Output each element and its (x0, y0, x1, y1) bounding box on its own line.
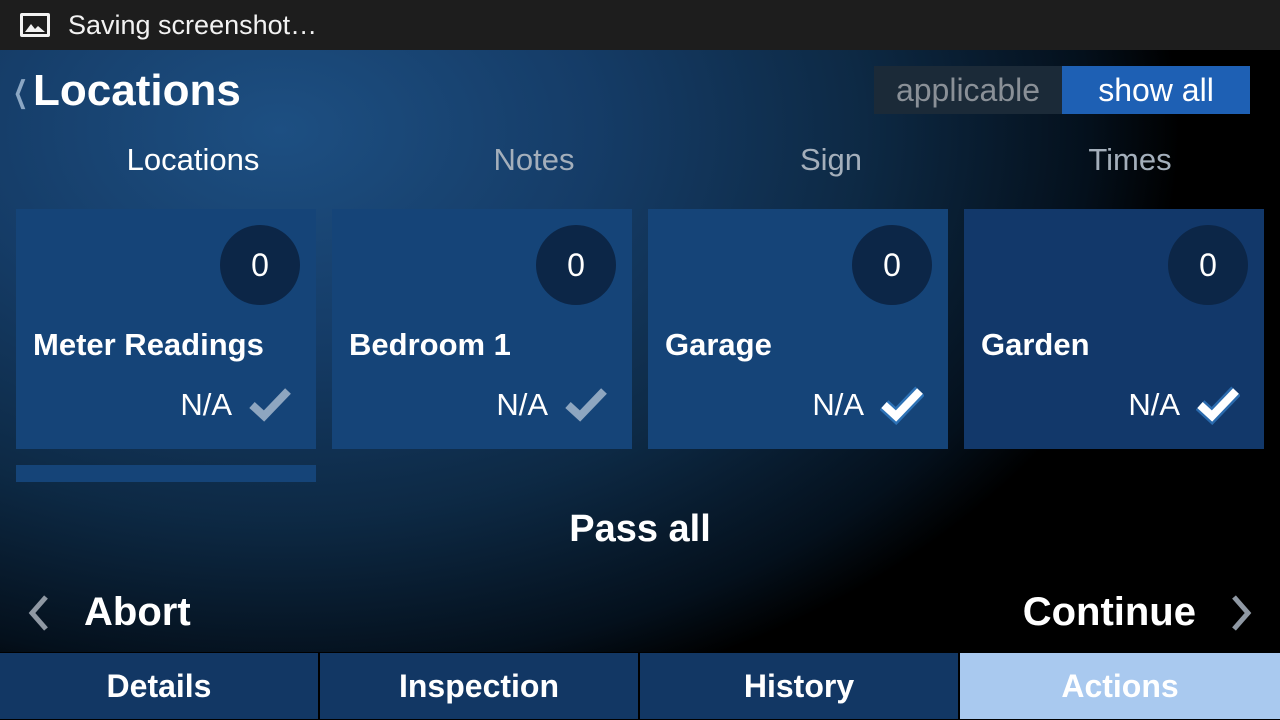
card-status: N/A (812, 387, 864, 422)
bottom-tab-bar: Details Inspection History Actions (0, 652, 1280, 720)
abort-label: Abort (84, 590, 191, 634)
abort-button[interactable]: Abort (24, 590, 191, 635)
card-title: Garage (665, 327, 772, 362)
count-badge: 0 (220, 225, 300, 305)
subtab-sign[interactable]: Sign (711, 142, 951, 178)
chevron-left-icon (28, 594, 48, 631)
card-title: Meter Readings (33, 327, 264, 362)
subtab-times[interactable]: Times (1010, 142, 1250, 178)
location-card-meter-readings[interactable]: 0 Meter Readings N/A (16, 209, 316, 449)
sub-tab-bar: Locations Notes Sign Times (0, 142, 1280, 182)
checkmark-icon[interactable] (1196, 385, 1240, 425)
continue-button[interactable]: Continue (1023, 590, 1256, 635)
tab-inspection[interactable]: Inspection (320, 653, 638, 719)
chevron-right-icon (1232, 594, 1252, 631)
location-card-garage[interactable]: 0 Garage N/A (648, 209, 948, 449)
subtab-notes[interactable]: Notes (414, 142, 654, 178)
count-badge: 0 (536, 225, 616, 305)
main-panel: ❮ Locations applicable show all Location… (0, 50, 1280, 652)
image-icon (20, 13, 50, 37)
count-badge: 0 (1168, 225, 1248, 305)
card-title: Bedroom 1 (349, 327, 511, 362)
filter-toggle: applicable show all (874, 66, 1250, 114)
count-badge: 0 (852, 225, 932, 305)
card-status: N/A (180, 387, 232, 422)
location-card-partial[interactable] (16, 465, 316, 482)
card-title: Garden (981, 327, 1090, 362)
status-text: Saving screenshot… (68, 9, 318, 40)
checkmark-icon[interactable] (248, 385, 292, 425)
location-card-bedroom-1[interactable]: 0 Bedroom 1 N/A (332, 209, 632, 449)
back-chevron-icon[interactable]: ❮ (13, 75, 28, 110)
filter-show-all-option[interactable]: show all (1062, 66, 1250, 114)
status-bar: Saving screenshot… (0, 0, 1280, 50)
card-status: N/A (1128, 387, 1180, 422)
subtab-locations[interactable]: Locations (73, 142, 313, 178)
checkmark-icon[interactable] (564, 385, 608, 425)
filter-applicable-option[interactable]: applicable (874, 66, 1062, 114)
continue-label: Continue (1022, 590, 1196, 634)
checkmark-icon[interactable] (880, 385, 924, 425)
tab-details[interactable]: Details (0, 653, 318, 719)
page-title: Locations (33, 66, 241, 115)
tab-actions[interactable]: Actions (960, 653, 1280, 719)
tab-history[interactable]: History (640, 653, 958, 719)
location-card-garden[interactable]: 0 Garden N/A (964, 209, 1264, 449)
pass-all-button[interactable]: Pass all (0, 508, 1280, 551)
card-status: N/A (496, 387, 548, 422)
